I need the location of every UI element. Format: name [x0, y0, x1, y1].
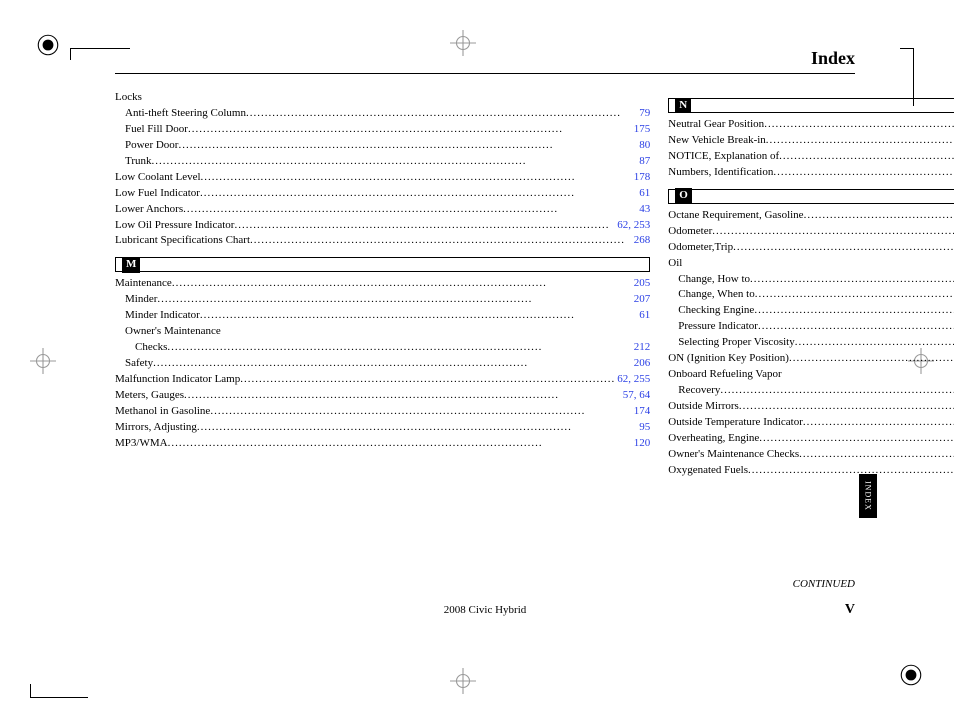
page-ref[interactable]: 87 [637, 154, 650, 170]
index-entry: Methanol in Gasoline [115, 404, 210, 420]
index-entry: Locks [115, 90, 142, 106]
section-header-o: O [668, 189, 954, 204]
index-entry: Pressure Indicator [668, 319, 758, 335]
index-entry: Oxygenated Fuels [668, 463, 748, 479]
index-entry: Minder Indicator [115, 308, 200, 324]
index-entry: Lower Anchors [115, 202, 183, 218]
page-ref[interactable]: 61 [637, 308, 650, 324]
page-ref[interactable]: 206 [632, 356, 651, 372]
index-entry: Mirrors, Adjusting [115, 420, 197, 436]
index-entry: MP3/WMA [115, 436, 168, 452]
index-entry: Anti-theft Steering Column [115, 106, 246, 122]
page-content: Index Locks Anti-theft Steering Column 79… [115, 48, 855, 658]
page-number: V [845, 602, 855, 618]
continued-label: CONTINUED [793, 578, 855, 590]
index-entry: Odometer [668, 224, 712, 240]
page-ref[interactable]: 95 [637, 420, 650, 436]
page-ref[interactable]: 175 [632, 122, 651, 138]
index-entry: Checks [115, 340, 167, 356]
index-entry: New Vehicle Break-in [668, 133, 766, 149]
page-ref[interactable]: 174 [632, 404, 651, 420]
footer-model: 2008 Civic Hybrid [115, 604, 855, 616]
index-entry: Outside Mirrors [668, 399, 739, 415]
index-entry: Meters, Gauges [115, 388, 184, 404]
index-entry: Owner's Maintenance Checks [668, 447, 799, 463]
index-entry: Oil [668, 256, 682, 272]
index-entry: Fuel Fill Door [115, 122, 188, 138]
index-entry: ON (Ignition Key Position) [668, 351, 789, 367]
side-tab-index: INDEX [859, 474, 877, 518]
registration-mark-icon [35, 32, 61, 64]
section-header-n: N [668, 98, 954, 113]
index-entry: Neutral Gear Position [668, 117, 764, 133]
index-entry: Overheating, Engine [668, 431, 759, 447]
index-entry: Selecting Proper Viscosity [668, 335, 794, 351]
crosshair-icon [30, 348, 56, 380]
page-ref[interactable]: 62, 253 [615, 218, 650, 234]
horizontal-rule [115, 73, 855, 74]
page-ref[interactable]: 43 [637, 202, 650, 218]
page-ref[interactable]: 120 [632, 436, 651, 452]
page-ref[interactable]: 207 [632, 292, 651, 308]
index-entry: Maintenance [115, 276, 172, 292]
page-title: Index [115, 48, 855, 69]
crosshair-icon [450, 668, 476, 700]
index-entry: Malfunction Indicator Lamp [115, 372, 240, 388]
page-ref[interactable]: 268 [632, 233, 651, 249]
registration-mark-icon [898, 662, 924, 694]
page-ref[interactable]: 178 [632, 170, 651, 186]
page-ref[interactable]: 62, 255 [615, 372, 650, 388]
index-entry: Lubricant Specifications Chart [115, 233, 250, 249]
index-entry: Change, How to [668, 272, 750, 288]
index-entry: Octane Requirement, Gasoline [668, 208, 803, 224]
page-ref[interactable]: 80 [637, 138, 650, 154]
index-entry: Checking Engine [668, 303, 754, 319]
index-entry: Odometer,Trip [668, 240, 733, 256]
index-entry: Low Fuel Indicator [115, 186, 200, 202]
index-entry: Owner's Maintenance [115, 324, 221, 340]
index-entry: Power Door [115, 138, 178, 154]
index-entry: Recovery [668, 383, 720, 399]
index-entry: Low Oil Pressure Indicator [115, 218, 234, 234]
index-entry: Safety [115, 356, 153, 372]
index-entry: Minder [115, 292, 157, 308]
index-column-1: Locks Anti-theft Steering Column 79 Fuel … [115, 90, 650, 479]
index-entry: Onboard Refueling Vapor [668, 367, 781, 383]
index-entry: Low Coolant Level [115, 170, 201, 186]
page-ref[interactable]: 212 [632, 340, 651, 356]
page-ref[interactable]: 57, 64 [621, 388, 651, 404]
index-entry: Outside Temperature Indicator [668, 415, 803, 431]
index-entry: NOTICE, Explanation of [668, 149, 779, 165]
index-entry: Trunk [115, 154, 152, 170]
page-ref[interactable]: 79 [637, 106, 650, 122]
page-ref[interactable]: 61 [637, 186, 650, 202]
index-entry: Change, When to [668, 287, 754, 303]
index-column-2: N Neutral Gear Position194 New Vehicle B… [668, 90, 954, 479]
crop-mark [30, 684, 88, 698]
index-entry: Numbers, Identification [668, 165, 773, 181]
page-ref[interactable]: 205 [632, 276, 651, 292]
section-header-m: M [115, 257, 650, 272]
